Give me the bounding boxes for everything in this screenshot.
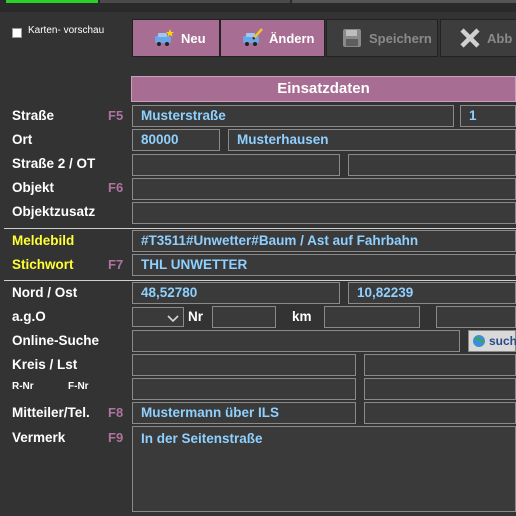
edit-vehicle-icon xyxy=(241,27,263,49)
note-textarea[interactable]: In der Seitenstraße xyxy=(132,426,516,512)
extra-field[interactable] xyxy=(436,306,516,328)
phone-field[interactable] xyxy=(364,402,516,424)
chevron-down-icon xyxy=(167,311,179,329)
tab-indicator[interactable] xyxy=(292,0,516,3)
map-preview-label: Karten- vorschau xyxy=(28,25,105,36)
online-search-label: Online-Suche xyxy=(12,333,100,348)
report-field[interactable]: #T3511#Unwetter#Baum / Ast auf Fahrbahn xyxy=(132,230,516,252)
r-number-label: R-Nr xyxy=(12,381,34,392)
street-field[interactable]: Musterstraße xyxy=(132,105,454,127)
cancel-button[interactable]: Abb xyxy=(440,19,516,57)
note-hotkey: F9 xyxy=(108,430,124,445)
online-search-field[interactable] xyxy=(132,330,460,352)
city-label: Ort xyxy=(12,132,33,147)
object-hotkey: F6 xyxy=(108,180,124,195)
globe-icon xyxy=(472,334,486,348)
keyword-field[interactable]: THL UNWETTER xyxy=(132,254,516,276)
search-button-label: such xyxy=(489,334,516,348)
search-button[interactable]: such xyxy=(468,330,516,352)
city-field[interactable]: Musterhausen xyxy=(228,129,516,151)
ago-dropdown[interactable] xyxy=(132,307,184,327)
floppy-disk-icon xyxy=(341,27,363,49)
save-button[interactable]: Speichern xyxy=(326,19,438,57)
ago-label: a.g.O xyxy=(12,309,46,324)
f-number-field[interactable] xyxy=(364,378,516,400)
object-field[interactable] xyxy=(132,178,516,200)
new-vehicle-icon xyxy=(153,27,175,49)
street2-field[interactable] xyxy=(132,154,340,176)
close-icon xyxy=(459,27,481,49)
object-label: Objekt xyxy=(12,180,55,195)
informant-field[interactable]: Mustermann über ILS xyxy=(132,402,356,424)
r-number-field[interactable] xyxy=(132,378,356,400)
new-button-label: Neu xyxy=(181,30,206,46)
note-label: Vermerk xyxy=(12,430,66,445)
north-field[interactable]: 48,52780 xyxy=(132,282,340,304)
street-hotkey: F5 xyxy=(108,108,124,123)
object-extra-label: Objektzusatz xyxy=(12,204,96,219)
divider xyxy=(4,228,516,229)
keyword-label: Stichwort xyxy=(12,257,74,272)
cancel-button-label: Abb xyxy=(487,30,513,46)
zip-field[interactable]: 80000 xyxy=(132,129,220,151)
number-field[interactable] xyxy=(212,306,276,328)
section-header: Einsatzdaten xyxy=(131,76,516,102)
control-center-field[interactable] xyxy=(364,354,516,376)
street2-label: Straße 2 / OT xyxy=(12,156,96,171)
informant-label: Mitteiler/Tel. xyxy=(12,405,90,420)
f-number-label: F-Nr xyxy=(68,381,89,392)
keyword-hotkey: F7 xyxy=(108,257,124,272)
east-field[interactable]: 10,82239 xyxy=(348,282,516,304)
district-lst-field[interactable] xyxy=(132,354,356,376)
km-field[interactable] xyxy=(324,306,420,328)
number-label: Nr xyxy=(188,309,204,324)
district-field[interactable] xyxy=(348,154,516,176)
edit-button[interactable]: Ändern xyxy=(220,19,325,57)
district-label: Kreis / Lst xyxy=(12,357,78,372)
km-label: km xyxy=(292,309,312,324)
house-number-field[interactable]: 1 xyxy=(460,105,516,127)
map-preview-checkbox[interactable] xyxy=(12,28,22,38)
street-label: Straße xyxy=(12,108,55,123)
tab-indicator[interactable] xyxy=(100,0,290,3)
object-extra-field[interactable] xyxy=(132,202,516,224)
new-button[interactable]: Neu xyxy=(132,19,220,57)
informant-hotkey: F8 xyxy=(108,405,124,420)
divider xyxy=(4,280,516,281)
active-tab-indicator[interactable] xyxy=(6,0,98,3)
save-button-label: Speichern xyxy=(369,30,432,46)
report-label: Meldebild xyxy=(12,233,75,248)
edit-button-label: Ändern xyxy=(269,30,315,46)
coordinates-label: Nord / Ost xyxy=(12,285,78,300)
